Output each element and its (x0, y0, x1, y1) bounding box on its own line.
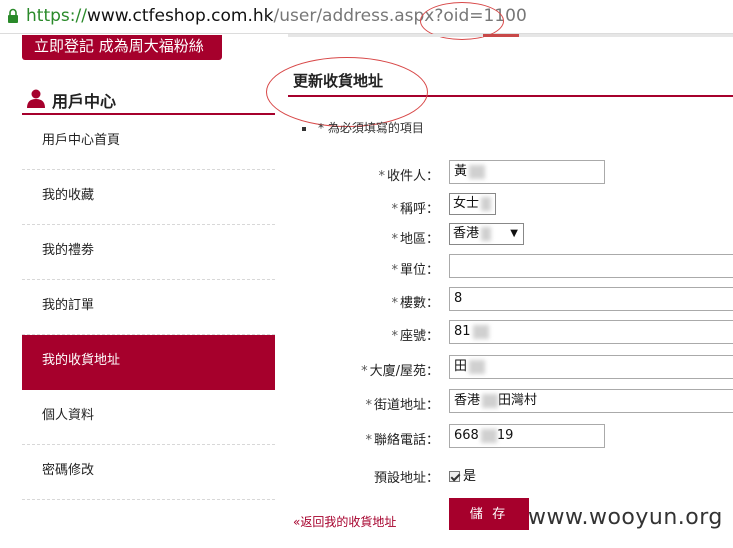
sidebar-item-home[interactable]: 用戶中心首頁 (22, 115, 275, 170)
url-scheme: https:// (26, 6, 87, 26)
default-checkbox-wrap[interactable]: 是 (449, 465, 476, 484)
row-salutation: * 稱呼： 女士 (288, 193, 733, 219)
unit-input[interactable] (449, 254, 733, 278)
annotation-circle-title (266, 57, 428, 127)
recipient-label: * 收件人： (378, 169, 439, 184)
back-to-addresses-link[interactable]: «返回我的收貨地址 (293, 513, 396, 530)
address-bar[interactable]: https://www.ctfeshop.com.hk/user/address… (0, 0, 733, 34)
url-host: www.ctfeshop.com.hk (86, 6, 274, 26)
floor-input[interactable]: 8 (449, 287, 733, 311)
unit-label: * 單位： (391, 263, 439, 278)
phone-input[interactable]: 668 19 (449, 424, 605, 448)
floor-label: * 樓數： (391, 296, 439, 311)
block-input[interactable]: 81 (449, 320, 733, 344)
sidebar-item-password[interactable]: 密碼修改 (22, 445, 275, 500)
top-divider (288, 34, 733, 37)
user-center-header: 用戶中心 (22, 86, 275, 115)
region-select[interactable]: 香港 ▼ (449, 223, 524, 245)
sidebar-nav: 用戶中心首頁 我的收藏 我的禮劵 我的訂單 我的收貨地址 個人資料 密碼修改 (22, 115, 275, 500)
row-building: * 大廈/屋苑： 田 (288, 355, 733, 381)
default-label: 預設地址： (373, 471, 439, 486)
row-recipient: * 收件人： 黃 (288, 160, 733, 186)
register-banner[interactable]: 立即登記 成為周大福粉絲 (22, 35, 222, 60)
row-phone: * 聯絡電話： 668 19 (288, 424, 733, 450)
sidebar-item-coupons[interactable]: 我的禮劵 (22, 225, 275, 280)
default-checkbox-label: 是 (463, 469, 477, 484)
sidebar-item-favorites[interactable]: 我的收藏 (22, 170, 275, 225)
sidebar-item-profile[interactable]: 個人資料 (22, 390, 275, 445)
street-label: * 街道地址： (365, 398, 439, 413)
lock-icon (8, 8, 18, 23)
block-label: * 座號： (391, 329, 439, 344)
row-floor: * 樓數： 8 (288, 287, 733, 313)
row-default: 預設地址： 是 (288, 462, 733, 488)
building-label: * 大廈/屋苑： (361, 364, 439, 379)
recipient-input[interactable]: 黃 (449, 160, 605, 184)
watermark: www.wooyun.org (528, 505, 723, 530)
building-input[interactable]: 田 (449, 355, 733, 379)
row-region: * 地區： 香港 ▼ (288, 223, 733, 249)
save-button[interactable]: 儲 存 (449, 498, 529, 530)
row-block: * 座號： 81 (288, 320, 733, 346)
sidebar-item-addresses[interactable]: 我的收貨地址 (22, 335, 275, 390)
user-icon (27, 89, 45, 108)
salutation-select[interactable]: 女士 (449, 193, 497, 215)
street-input[interactable]: 香港 田灣村 (449, 389, 733, 413)
required-note: * 為必須填寫的項目 (302, 119, 424, 136)
phone-label: * 聯絡電話： (365, 433, 439, 448)
salutation-label: * 稱呼： (391, 202, 439, 217)
user-center-title: 用戶中心 (52, 92, 117, 111)
sidebar-item-orders[interactable]: 我的訂單 (22, 280, 275, 335)
row-street: * 街道地址： 香港 田灣村 (288, 389, 733, 415)
chevron-down-icon: ▼ (510, 228, 518, 239)
region-label: * 地區： (391, 232, 439, 247)
default-checkbox[interactable] (449, 471, 460, 482)
row-unit: * 單位： (288, 254, 733, 280)
